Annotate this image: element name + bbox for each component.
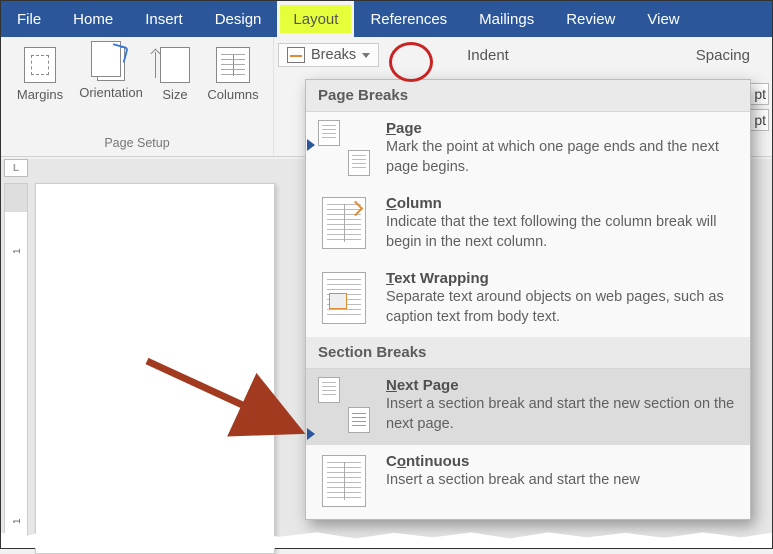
text-wrapping-title: TText Wrappingext Wrapping <box>386 270 738 287</box>
tab-layout-label: Layout <box>293 11 338 28</box>
orientation-label: Orientation <box>79 85 143 100</box>
menu-item-page-break[interactable]: PPageage Mark the point at which one pag… <box>306 112 750 187</box>
next-page-icon <box>318 377 370 433</box>
columns-label: Columns <box>207 87 258 102</box>
continuous-title: CoContinuousntinuous <box>386 453 738 470</box>
menu-item-text-wrapping[interactable]: TText Wrappingext Wrapping Separate text… <box>306 262 750 337</box>
column-break-desc: Indicate that the text following the col… <box>386 213 738 252</box>
submenu-indicator-icon <box>307 428 315 440</box>
chevron-down-icon <box>362 53 370 58</box>
tab-mailings[interactable]: Mailings <box>463 1 550 37</box>
breaks-button[interactable]: Breaks <box>278 43 379 67</box>
next-page-title: NNext Pageext Page <box>386 377 738 394</box>
margins-icon <box>24 47 56 83</box>
columns-icon <box>216 47 250 83</box>
dropdown-header-section-breaks: Section Breaks <box>306 337 750 369</box>
breaks-icon <box>287 47 305 63</box>
breaks-dropdown: Page Breaks PPageage Mark the point at w… <box>305 79 751 520</box>
vertical-ruler[interactable]: 1 1 <box>4 183 28 548</box>
continuous-desc: Insert a section break and start the new <box>386 471 738 491</box>
group-page-setup-label: Page Setup <box>104 136 169 154</box>
page-break-desc: Mark the point at which one page ends an… <box>386 138 738 177</box>
ruler-corner[interactable]: L <box>4 159 28 177</box>
spacing-label: Spacing <box>696 47 772 64</box>
page-break-title: PPageage <box>386 120 738 137</box>
menu-item-continuous[interactable]: CoContinuousntinuous Insert a section br… <box>306 445 750 519</box>
tab-view[interactable]: View <box>631 1 695 37</box>
margins-label: Margins <box>17 87 63 102</box>
dropdown-header-page-breaks: Page Breaks <box>306 80 750 112</box>
orientation-button[interactable]: Orientation <box>73 43 149 136</box>
orientation-icon <box>97 47 125 81</box>
group-page-setup: Margins Orientation Size Columns Page Se… <box>1 37 274 156</box>
continuous-icon <box>318 453 370 509</box>
tab-home[interactable]: Home <box>57 1 129 37</box>
size-icon <box>160 47 190 83</box>
next-page-desc: Insert a section break and start the new… <box>386 395 738 434</box>
tab-file[interactable]: File <box>1 1 57 37</box>
menu-item-column-break[interactable]: CColumnolumn Indicate that the text foll… <box>306 187 750 262</box>
tab-insert[interactable]: Insert <box>129 1 199 37</box>
text-wrapping-icon <box>318 270 370 326</box>
page-break-icon <box>318 120 370 176</box>
column-break-icon <box>318 195 370 251</box>
text-wrapping-desc: Separate text around objects on web page… <box>386 288 738 327</box>
tab-references[interactable]: References <box>354 1 463 37</box>
tab-review[interactable]: Review <box>550 1 631 37</box>
tab-layout[interactable]: Layout <box>277 1 354 37</box>
ribbon-tabs: File Home Insert Design Layout Reference… <box>1 1 772 37</box>
menu-item-next-page[interactable]: NNext Pageext Page Insert a section brea… <box>306 369 750 444</box>
indent-label: Indent <box>387 47 688 64</box>
document-page[interactable] <box>35 183 275 554</box>
column-break-title: CColumnolumn <box>386 195 738 212</box>
breaks-label: Breaks <box>311 47 356 63</box>
size-button[interactable]: Size <box>151 43 199 136</box>
submenu-indicator-icon <box>307 139 315 151</box>
tab-design[interactable]: Design <box>199 1 278 37</box>
columns-button[interactable]: Columns <box>201 43 265 136</box>
margins-button[interactable]: Margins <box>9 43 71 136</box>
size-label: Size <box>162 87 187 102</box>
